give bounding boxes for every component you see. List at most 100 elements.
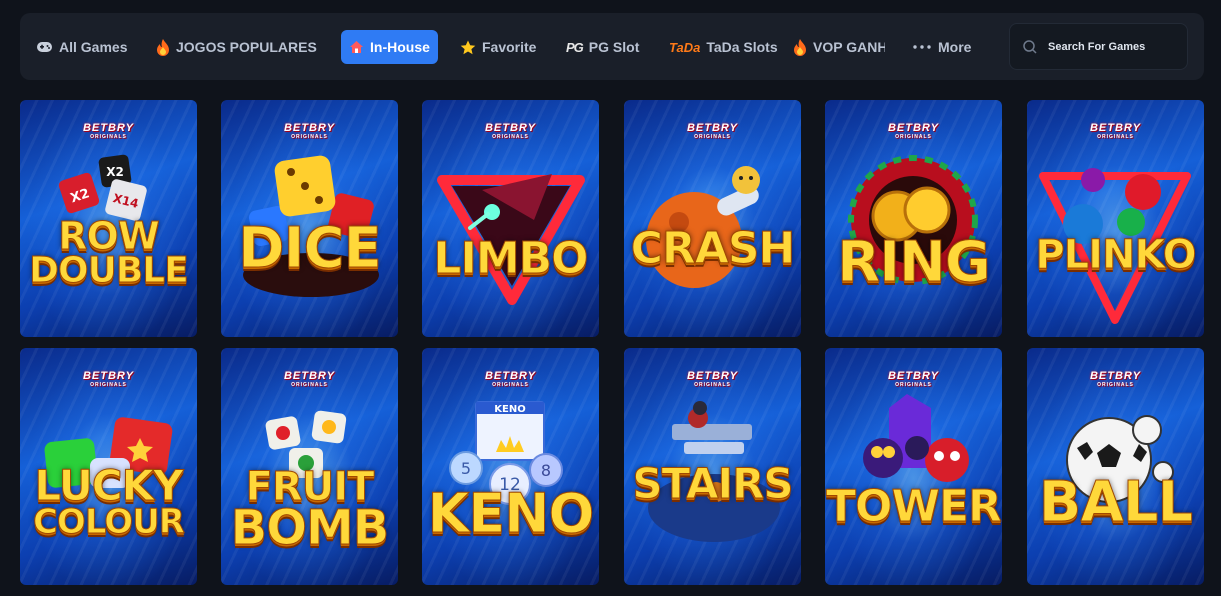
game-title: LUCKY COLOUR [20, 461, 197, 542]
tab-label: VOP GANH [813, 39, 885, 55]
search-input[interactable] [1048, 40, 1178, 53]
keno-ball-label: 8 [541, 461, 551, 480]
brand-logo-text: BETBRY [283, 122, 336, 134]
tab-label: In-House [370, 39, 430, 55]
game-card-tower[interactable]: BETBRY ORIGINALS TOWER [825, 348, 1002, 585]
tab-in-house[interactable]: In-House [341, 30, 438, 64]
house-icon [349, 40, 364, 54]
tab-label: PG Slot [588, 39, 640, 55]
tab-tada-slots[interactable]: TaDa TaDa Slots [661, 30, 786, 64]
game-title-line: COLOUR [32, 501, 185, 542]
brand-logo-sub: ORIGINALS [492, 382, 529, 388]
game-title: BALL [1027, 470, 1204, 535]
game-card-dice[interactable]: BETBRY ORIGINALS DICE [221, 100, 398, 337]
game-title-line: KENO [427, 482, 595, 545]
brand-logo-sub: ORIGINALS [1097, 382, 1134, 388]
brand-logo-sub: ORIGINALS [694, 134, 731, 140]
tada-logo-icon: TaDa [669, 39, 701, 55]
brand-logo: BETBRY ORIGINALS [624, 370, 801, 388]
tab-all-games[interactable]: All Games [28, 30, 135, 64]
game-title: ROW DOUBLE [20, 214, 197, 292]
game-title: TOWER [825, 481, 1002, 532]
game-title: FRUIT BOMB [221, 467, 398, 553]
brand-logo-text: BETBRY [82, 370, 135, 382]
game-title-line: TOWER [826, 481, 1002, 532]
category-nav-bar: All Games JOGOS POPULARES In-House Favor… [20, 13, 1204, 80]
brand-logo-sub: ORIGINALS [1097, 134, 1134, 140]
game-title-line: LIMBO [433, 233, 589, 284]
game-title: KENO [422, 482, 599, 545]
tab-favorite[interactable]: Favorite [452, 30, 544, 64]
keno-banner-text: KENO [494, 404, 525, 415]
tab-label: Favorite [482, 39, 537, 55]
brand-logo: BETBRY ORIGINALS [422, 122, 599, 140]
tab-pg-slot[interactable]: PG PG Slot [558, 30, 647, 64]
brand-logo-sub: ORIGINALS [291, 134, 328, 140]
game-title: RING [825, 230, 1002, 295]
brand-logo-sub: ORIGINALS [694, 382, 731, 388]
tab-vop-ganh[interactable]: VOP GANH [785, 30, 885, 64]
dice-label: X2 [106, 165, 124, 179]
brand-logo-text: BETBRY [1089, 370, 1142, 382]
tab-label: All Games [59, 39, 128, 55]
tab-more[interactable]: More [904, 30, 979, 64]
game-title-line: ROW [58, 214, 160, 258]
game-card-ring[interactable]: BETBRY ORIGINALS RING [825, 100, 1002, 337]
brand-logo-sub: ORIGINALS [895, 134, 932, 140]
game-title: STAIRS [624, 459, 801, 508]
brand-logo: BETBRY ORIGINALS [20, 370, 197, 388]
game-title: CRASH [624, 223, 801, 274]
gamepad-icon [36, 41, 53, 53]
star-icon [460, 40, 476, 55]
brand-logo: BETBRY ORIGINALS [221, 122, 398, 140]
brand-logo: BETBRY ORIGINALS [1027, 122, 1204, 140]
game-title-line: LUCKY [34, 461, 184, 510]
brand-logo-text: BETBRY [887, 122, 940, 134]
brand-logo-sub: ORIGINALS [895, 382, 932, 388]
search-icon [1023, 39, 1037, 54]
brand-logo-sub: ORIGINALS [492, 134, 529, 140]
fire-icon [793, 38, 807, 56]
game-title-line: PLINKO [1035, 232, 1197, 278]
brand-logo-text: BETBRY [887, 370, 940, 382]
brand-logo: BETBRY ORIGINALS [624, 122, 801, 140]
game-card-row-double[interactable]: X2 X2 X14 BETBRY ORIGINALS ROW DOUBLE [20, 100, 197, 337]
game-card-lucky-colour[interactable]: BETBRY ORIGINALS LUCKY COLOUR [20, 348, 197, 585]
brand-logo-text: BETBRY [484, 122, 537, 134]
brand-logo-sub: ORIGINALS [90, 134, 127, 140]
game-title-line: DOUBLE [29, 250, 190, 292]
game-card-keno[interactable]: KENO 5 8 12 BETBRY ORIGINALS KENO [422, 348, 599, 585]
game-card-ball[interactable]: BETBRY ORIGINALS BALL [1027, 348, 1204, 585]
tab-jogos-populares[interactable]: JOGOS POPULARES [148, 30, 325, 64]
game-card-limbo[interactable]: BETBRY ORIGINALS LIMBO [422, 100, 599, 337]
search-box[interactable] [1009, 23, 1188, 70]
pg-logo-icon: PG [566, 39, 584, 55]
game-title: PLINKO [1027, 232, 1204, 278]
game-title-line: BALL [1038, 470, 1193, 535]
more-dots-icon [912, 44, 932, 50]
game-title-line: RING [837, 230, 992, 295]
keno-ball-label: 5 [461, 459, 471, 478]
brand-logo-sub: ORIGINALS [90, 382, 127, 388]
brand-logo-text: BETBRY [686, 370, 739, 382]
tab-label: TaDa Slots [706, 39, 778, 55]
game-card-fruit-bomb[interactable]: BETBRY ORIGINALS FRUIT BOMB [221, 348, 398, 585]
brand-logo: BETBRY ORIGINALS [20, 122, 197, 140]
brand-logo: BETBRY ORIGINALS [422, 370, 599, 388]
brand-logo-text: BETBRY [686, 122, 739, 134]
brand-logo-text: BETBRY [484, 370, 537, 382]
brand-logo-text: BETBRY [82, 122, 135, 134]
fire-icon [156, 38, 170, 56]
brand-logo: BETBRY ORIGINALS [825, 122, 1002, 140]
tab-label: More [938, 39, 972, 55]
game-title-line: DICE [238, 216, 383, 281]
brand-logo: BETBRY ORIGINALS [825, 370, 1002, 388]
game-card-crash[interactable]: BETBRY ORIGINALS CRASH [624, 100, 801, 337]
game-card-plinko[interactable]: BETBRY ORIGINALS PLINKO [1027, 100, 1204, 337]
game-title-line: STAIRS [632, 459, 794, 508]
game-card-stairs[interactable]: BETBRY ORIGINALS STAIRS [624, 348, 801, 585]
game-title: DICE [221, 216, 398, 281]
game-title-line: CRASH [630, 223, 796, 274]
brand-logo-sub: ORIGINALS [291, 382, 328, 388]
brand-logo: BETBRY ORIGINALS [221, 370, 398, 388]
